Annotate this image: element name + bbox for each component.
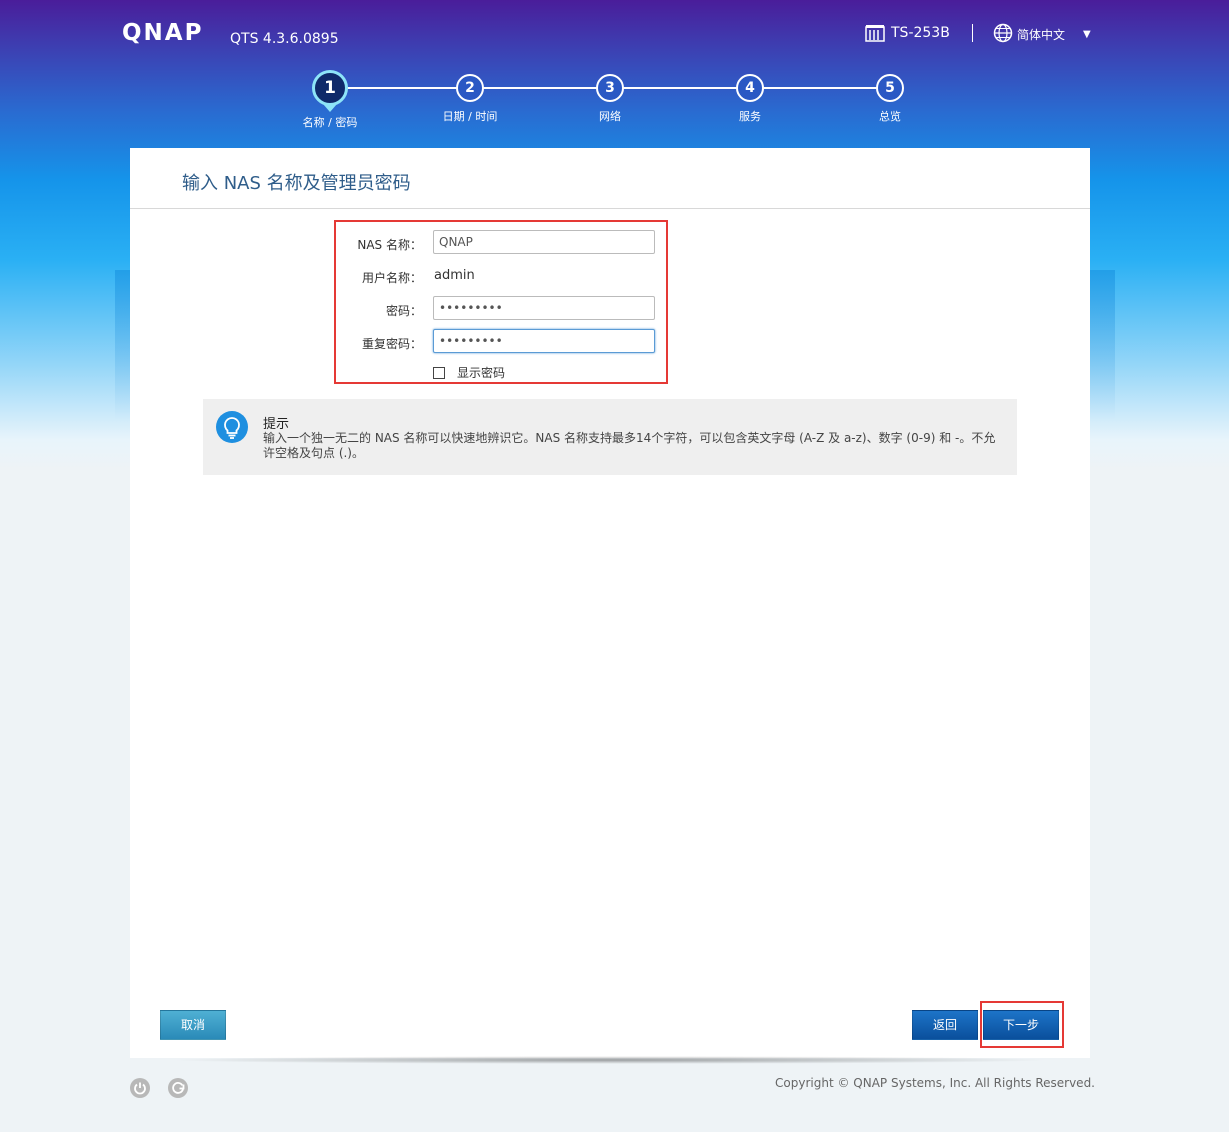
lightbulb-icon	[216, 411, 248, 443]
step-label: 日期 / 时间	[442, 110, 498, 123]
language-label: 简体中文	[1017, 28, 1066, 42]
confirm-password-row: 重复密码：	[336, 329, 666, 355]
step-number: 4	[736, 74, 764, 102]
step-number: 1	[312, 70, 348, 112]
confirm-password-input[interactable]	[433, 329, 655, 353]
hint-text: 输入一个独一无二的 NAS 名称可以快速地辨识它。NAS 名称支持最多14个字符…	[263, 431, 996, 460]
language-selector[interactable]: 简体中文 ▼	[993, 23, 1091, 46]
credentials-form: NAS 名称： 用户名称： admin 密码： 重复密码： 显示密码	[334, 220, 668, 384]
username-label: 用户名称：	[361, 271, 422, 285]
restart-icon[interactable]	[168, 1078, 188, 1098]
header-separator	[972, 24, 973, 42]
password-label: 密码：	[385, 304, 422, 318]
step-number: 3	[596, 74, 624, 102]
show-password-checkbox[interactable]	[433, 366, 445, 379]
step-1: 1 名称 / 密码	[290, 70, 370, 130]
back-button[interactable]: 返回	[912, 1010, 978, 1040]
firmware-version: QTS 4.3.6.0895	[230, 31, 339, 47]
step-label: 网络	[599, 110, 621, 123]
step-4: 4 服务	[710, 74, 790, 124]
top-bar: QNAP QTS 4.3.6.0895 TS-253B 简体中文 ▼	[0, 0, 1229, 70]
nas-name-label: NAS 名称：	[357, 238, 422, 252]
footer-icons	[130, 1078, 188, 1098]
hint-box: 提示 输入一个独一无二的 NAS 名称可以快速地辨识它。NAS 名称支持最多14…	[203, 399, 1017, 475]
panel-title: 输入 NAS 名称及管理员密码	[182, 173, 411, 194]
wizard-panel: 输入 NAS 名称及管理员密码 NAS 名称： 用户名称： admin 密码： …	[130, 148, 1090, 1058]
step-3: 3 网络	[570, 74, 650, 124]
nas-name-input[interactable]	[433, 230, 655, 254]
confirm-password-label: 重复密码：	[361, 337, 422, 351]
step-2: 2 日期 / 时间	[430, 74, 510, 124]
globe-icon	[993, 23, 1013, 46]
password-row: 密码：	[336, 296, 666, 322]
chevron-down-icon: ▼	[1083, 29, 1091, 40]
panel-divider	[130, 208, 1090, 209]
step-number: 2	[456, 74, 484, 102]
device-model: TS-253B	[865, 24, 950, 42]
nas-device-icon	[865, 24, 885, 42]
wizard-steps: 1 名称 / 密码 2 日期 / 时间 3 网络 4 服务 5 总览	[0, 70, 1229, 140]
next-button[interactable]: 下一步	[983, 1010, 1059, 1040]
username-value: admin	[434, 268, 475, 283]
step-label: 总览	[879, 110, 901, 123]
nas-name-row: NAS 名称：	[336, 230, 666, 256]
show-password-label: 显示密码	[457, 366, 506, 380]
step-label: 名称 / 密码	[302, 116, 358, 129]
device-model-text: TS-253B	[891, 25, 950, 41]
password-input[interactable]	[433, 296, 655, 320]
cancel-button[interactable]: 取消	[160, 1010, 226, 1040]
copyright-text: Copyright © QNAP Systems, Inc. All Right…	[775, 1076, 1095, 1090]
step-5: 5 总览	[850, 74, 930, 124]
power-icon[interactable]	[130, 1078, 150, 1098]
username-row: 用户名称： admin	[336, 263, 666, 289]
step-label: 服务	[739, 110, 761, 123]
show-password-toggle[interactable]: 显示密码	[433, 364, 505, 381]
panel-shadow	[168, 1056, 1052, 1064]
step-number: 5	[876, 74, 904, 102]
qnap-logo: QNAP	[122, 20, 204, 46]
hint-title: 提示	[263, 417, 290, 432]
